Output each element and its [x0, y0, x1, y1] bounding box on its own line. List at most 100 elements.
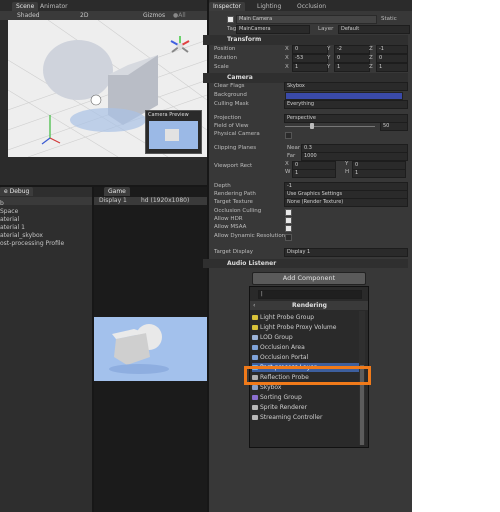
far-field[interactable]: 1000	[301, 152, 408, 161]
back-arrow-icon[interactable]: ‹	[253, 302, 255, 309]
axis-z-label: Z	[369, 46, 373, 52]
tab-scene[interactable]: Scene	[12, 2, 39, 11]
near-label: Near	[287, 145, 301, 151]
allow-dynamic-resolution-label: Allow Dynamic Resolution	[214, 233, 286, 239]
component-item[interactable]: Occlusion Portal	[252, 353, 364, 362]
list-item[interactable]: Space	[0, 208, 18, 216]
layer-label: Layer	[318, 26, 334, 32]
tag-dropdown[interactable]: MainCamera	[236, 25, 310, 34]
transform-x-field[interactable]: -53	[292, 54, 328, 63]
category-header: ‹ Rendering	[250, 301, 368, 310]
target-texture-field[interactable]: None (Render Texture)	[284, 198, 408, 207]
component-item-label: Streaming Controller	[260, 414, 323, 421]
tab-inspector[interactable]: Inspector	[209, 2, 245, 11]
mode-2d-button[interactable]: 2D	[80, 12, 88, 19]
layer-dropdown[interactable]: Default	[338, 25, 410, 34]
transform-y-field[interactable]: 1	[334, 63, 370, 72]
add-component-button[interactable]: Add Component	[252, 272, 366, 285]
axis-z-label: Z	[369, 55, 373, 61]
component-item-label: Sorting Group	[260, 394, 302, 401]
transform-x-field[interactable]: 1	[292, 63, 328, 72]
projection-label: Projection	[214, 115, 242, 121]
physical-camera-checkbox[interactable]	[285, 132, 292, 139]
component-item-label: Sprite Renderer	[260, 404, 308, 411]
category-title: Rendering	[292, 302, 327, 309]
shading-dropdown[interactable]: Shaded	[17, 12, 40, 19]
tab-animator[interactable]: Animator	[36, 2, 72, 11]
transform-x-field[interactable]: 0	[292, 45, 328, 54]
transform-title: Transform	[227, 36, 262, 43]
resolution-dropdown[interactable]: hd (1920x1080)	[141, 197, 189, 204]
culling-mask-dropdown[interactable]: Everything	[284, 100, 408, 109]
static-toggle[interactable]: Static	[381, 15, 397, 23]
object-name-field[interactable]: Main Camera	[236, 15, 377, 24]
target-display-label: Target Display	[214, 249, 254, 255]
viewport-h-field[interactable]: 1	[352, 169, 406, 178]
camera-preview-title: Camera Preview	[148, 112, 189, 118]
tab-debug[interactable]: e Debug	[0, 187, 34, 196]
gizmos-dropdown[interactable]: Gizmos	[143, 12, 165, 19]
vp-x-label: X	[285, 161, 289, 167]
list-item[interactable]: aterial	[0, 216, 19, 224]
axis-y-label: Y	[327, 55, 331, 61]
culling-mask-label: Culling Mask	[214, 101, 249, 107]
transform-y-field[interactable]: -2	[334, 45, 370, 54]
scene-search[interactable]: ●All	[173, 12, 186, 19]
list-item[interactable]: aterial_skybox	[0, 232, 43, 240]
axis-y-label: Y	[327, 46, 331, 52]
occlusion-culling-checkbox[interactable]	[285, 209, 292, 216]
scene-toolbar: Shaded 2D Gizmos ●All	[0, 11, 207, 20]
transform-y-field[interactable]: 0	[334, 54, 370, 63]
component-item-label: Occlusion Area	[260, 344, 305, 351]
target-display-dropdown[interactable]: Display 1	[284, 248, 408, 257]
vp-h-label: H	[345, 169, 350, 175]
component-item[interactable]: Light Probe Group	[252, 313, 364, 322]
rendering-path-label: Rendering Path	[214, 191, 256, 197]
component-item[interactable]: LOD Group	[252, 333, 364, 342]
component-item[interactable]: Sprite Renderer	[252, 403, 364, 412]
object-active-checkbox[interactable]	[227, 16, 234, 23]
component-item[interactable]: Occlusion Area	[252, 343, 364, 352]
depth-label: Depth	[214, 183, 231, 189]
tab-occlusion[interactable]: Occlusion	[293, 2, 330, 11]
game-toolbar: Display 1 hd (1920x1080)	[94, 197, 207, 205]
viewport-w-field[interactable]: 1	[292, 169, 336, 178]
occlusion-portal-icon	[252, 355, 258, 360]
allow-msaa-label: Allow MSAA	[214, 224, 247, 230]
viewport-rect-label: Viewport Rect	[214, 163, 253, 169]
allow-hdr-checkbox[interactable]	[285, 217, 292, 224]
background-color-swatch[interactable]	[285, 92, 403, 100]
game-viewport[interactable]	[94, 317, 207, 381]
component-item[interactable]: Light Probe Proxy Volume	[252, 323, 364, 332]
component-item[interactable]: Streaming Controller	[252, 413, 364, 422]
component-item-label: Light Probe Proxy Volume	[260, 324, 337, 331]
debug-panel: e Debug b Space aterial aterial 1 ateria…	[0, 187, 92, 512]
fov-value[interactable]: 50	[380, 122, 408, 131]
occlusion-culling-label: Occlusion Culling	[214, 208, 262, 214]
lod-group-icon	[252, 335, 258, 340]
allow-dynamic-resolution-checkbox[interactable]	[285, 234, 292, 241]
debug-toolbar	[0, 197, 92, 205]
vp-y-label: Y	[345, 161, 349, 167]
component-search-input[interactable]: |	[258, 290, 362, 299]
tab-lighting[interactable]: Lighting	[253, 2, 285, 11]
clear-flags-dropdown[interactable]: Skybox	[284, 82, 408, 91]
transform-z-field[interactable]: 0	[376, 54, 408, 63]
fov-slider-track[interactable]	[285, 126, 375, 127]
display-dropdown[interactable]: Display 1	[99, 197, 127, 204]
game-render	[109, 324, 169, 374]
fov-slider-handle[interactable]	[310, 123, 315, 129]
allow-msaa-checkbox[interactable]	[285, 225, 292, 232]
list-item[interactable]: ost-processing Profile	[0, 240, 64, 248]
audio-listener-header[interactable]: Audio Listener	[203, 259, 408, 268]
transform-header[interactable]: Transform	[203, 35, 408, 45]
component-item[interactable]: Sorting Group	[252, 393, 364, 402]
list-item[interactable]: b	[0, 200, 4, 208]
tab-game[interactable]: Game	[104, 187, 130, 196]
list-item[interactable]: aterial 1	[0, 224, 25, 232]
sprite-renderer-icon	[252, 405, 258, 410]
occlusion-area-icon	[252, 345, 258, 350]
transform-z-field[interactable]: -1	[376, 45, 408, 54]
axis-x-label: X	[285, 55, 289, 61]
transform-z-field[interactable]: 1	[376, 63, 408, 72]
